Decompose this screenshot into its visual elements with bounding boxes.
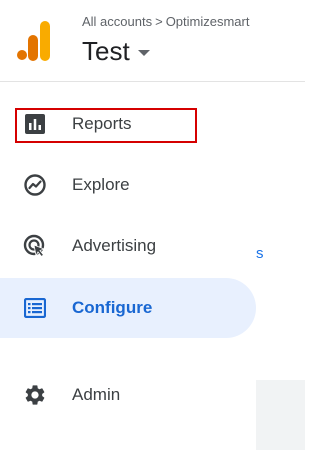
bar-chart-icon [22, 111, 48, 137]
analytics-logo[interactable] [17, 21, 51, 61]
configure-icon [22, 295, 48, 321]
nav-item-advertising[interactable]: Advertising [0, 216, 256, 276]
breadcrumb-all-accounts[interactable]: All accounts [82, 14, 152, 29]
nav-item-explore[interactable]: Explore [0, 155, 256, 215]
main-content-area: s [256, 83, 305, 450]
caret-down-icon [137, 50, 150, 56]
breadcrumb-account[interactable]: Optimizesmart [166, 14, 250, 29]
main-content-panel: s [256, 83, 305, 380]
nav-label-admin: Admin [72, 385, 121, 404]
nav-label-configure: Configure [72, 298, 153, 317]
left-nav: Reports Explore Advertising Configure Ad… [0, 83, 256, 450]
nav-item-reports[interactable]: Reports [0, 94, 256, 154]
advertising-icon [22, 233, 48, 259]
explore-icon [22, 172, 48, 198]
property-title: Test [82, 36, 130, 66]
nav-label-explore: Explore [72, 175, 130, 194]
app-header: All accounts > Optimizesmart Test [0, 0, 305, 82]
nav-item-admin[interactable]: Admin [0, 365, 256, 425]
nav-label-advertising: Advertising [72, 236, 157, 255]
partial-content-text: s [256, 245, 264, 262]
breadcrumb[interactable]: All accounts > Optimizesmart [82, 14, 249, 29]
gear-icon [22, 382, 48, 408]
property-selector[interactable]: Test [82, 36, 150, 67]
nav-item-configure[interactable]: Configure [0, 278, 256, 338]
nav-label-reports: Reports [72, 114, 132, 133]
breadcrumb-separator: > [155, 14, 163, 29]
